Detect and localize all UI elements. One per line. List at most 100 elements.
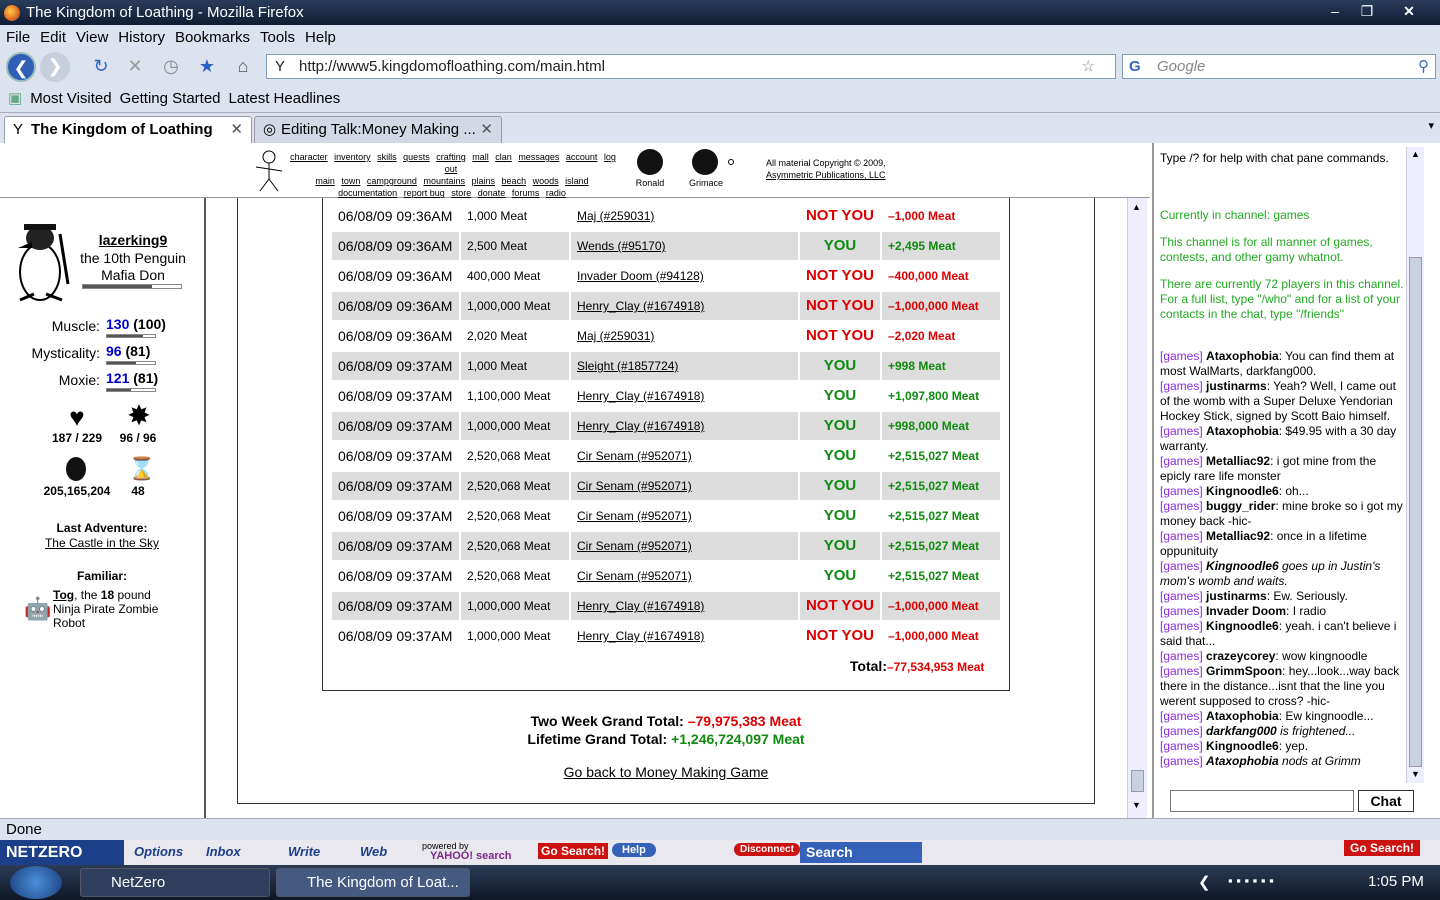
chat-channel-tag[interactable]: [games] [1160,604,1203,618]
menu-help[interactable]: Help [305,29,336,46]
chat-username[interactable]: crazeycorey [1206,649,1275,663]
netzero-logo[interactable]: NETZERO [0,840,124,865]
google-icon[interactable]: G [1129,55,1141,78]
chat-button[interactable]: Chat [1358,790,1414,812]
tab-kingdom-of-loathing[interactable]: Y The Kingdom of Loathing ✕ [4,116,252,144]
restore-icon[interactable]: ❐ [1352,1,1382,22]
row-player-link[interactable]: Henry_Clay (#1674918) [571,292,798,320]
tab-list-icon[interactable]: ▾ [1428,119,1434,132]
bookmark-getting-started[interactable]: Getting Started [120,90,221,107]
company-link[interactable]: Asymmetric Publications, LLC [766,169,886,181]
top-link-donate[interactable]: donate [478,188,506,198]
chat-username[interactable]: Kingnoodle6 [1206,559,1279,573]
character-name[interactable]: lazerking9 [78,232,188,248]
row-player-link[interactable]: Cir Senam (#952071) [571,442,798,470]
history-icon[interactable]: ◷ [156,52,186,82]
row-player-link[interactable]: Cir Senam (#952071) [571,532,798,560]
row-player-link[interactable]: Henry_Clay (#1674918) [571,382,798,410]
row-player-link[interactable]: Henry_Clay (#1674918) [571,412,798,440]
scroll-up-icon[interactable]: ▲ [1132,202,1141,212]
top-link-plains[interactable]: plains [472,176,496,186]
row-player-link[interactable]: Maj (#259031) [571,202,798,230]
chat-username[interactable]: Ataxophobia [1206,349,1279,363]
home-icon[interactable]: ⌂ [228,52,258,82]
row-player-link[interactable]: Invader Doom (#94128) [571,262,798,290]
reload-icon[interactable]: ↻ [86,52,116,82]
nz-go-search-button-2[interactable]: Go Search! [1344,840,1421,856]
familiar-name[interactable]: Tog [53,588,74,602]
menu-file[interactable]: File [6,29,30,46]
top-link-town[interactable]: town [341,176,360,186]
row-player-link[interactable]: Wends (#95170) [571,232,798,260]
row-player-link[interactable]: Sleight (#1857724) [571,352,798,380]
nz-write[interactable]: Write [288,844,320,859]
chat-channel-tag[interactable]: [games] [1160,724,1203,738]
chat-username[interactable]: Invader Doom [1206,604,1286,618]
tab-editing-talk[interactable]: ◎ Editing Talk:Money Making ... ✕ [254,116,502,144]
row-player-link[interactable]: Cir Senam (#952071) [571,472,798,500]
menu-view[interactable]: View [76,29,108,46]
menu-bookmarks[interactable]: Bookmarks [175,29,250,46]
chat-scroll-thumb[interactable] [1409,257,1422,767]
chat-channel-tag[interactable]: [games] [1160,529,1203,543]
chat-username[interactable]: Kingnoodle6 [1206,619,1279,633]
top-link-forums[interactable]: forums [512,188,540,198]
chat-username[interactable]: buggy_rider [1206,499,1275,513]
minimize-icon[interactable]: – [1320,1,1350,22]
top-link-radio[interactable]: radio [546,188,566,198]
chat-username[interactable]: Ataxophobia [1206,709,1279,723]
chat-channel-tag[interactable]: [games] [1160,664,1203,678]
top-link-messages[interactable]: messages [518,152,559,162]
top-link-main[interactable]: main [315,176,335,186]
menu-edit[interactable]: Edit [40,29,66,46]
bookmark-manage-icon[interactable]: ▣ [8,89,22,107]
bookmark-latest-headlines[interactable]: Latest Headlines [229,90,341,107]
chat-username[interactable]: Kingnoodle6 [1206,484,1279,498]
top-link-documentation[interactable]: documentation [338,188,397,198]
top-link-character[interactable]: character [290,152,328,162]
row-player-link[interactable]: Maj (#259031) [571,322,798,350]
row-player-link[interactable]: Cir Senam (#952071) [571,562,798,590]
back-link[interactable]: Go back to Money Making Game [207,764,1125,780]
row-player-link[interactable]: Henry_Clay (#1674918) [571,592,798,620]
nz-disconnect-button[interactable]: Disconnect [734,843,800,856]
tray-expand-icon[interactable]: ❮ [1198,873,1211,891]
nz-web[interactable]: Web [360,844,387,859]
top-link-campground[interactable]: campground [367,176,417,186]
chat-channel-tag[interactable]: [games] [1160,709,1203,723]
top-link-woods[interactable]: woods [533,176,559,186]
chat-username[interactable]: justinarms [1206,379,1267,393]
nz-inbox[interactable]: Inbox [206,844,241,859]
chat-channel-tag[interactable]: [games] [1160,379,1203,393]
menu-history[interactable]: History [118,29,165,46]
top-link-report-bug[interactable]: report bug [404,188,445,198]
chat-channel-tag[interactable]: [games] [1160,589,1203,603]
top-link-island[interactable]: island [565,176,589,186]
row-player-link[interactable]: Cir Senam (#952071) [571,502,798,530]
top-link-quests[interactable]: quests [403,152,430,162]
taskbar-netzero[interactable]: NetZero [80,868,270,897]
chat-input[interactable] [1170,790,1354,812]
chat-channel-tag[interactable]: [games] [1160,499,1203,513]
chat-scroll-down-icon[interactable]: ▼ [1411,769,1420,779]
search-icon[interactable]: ⚲ [1418,55,1429,78]
tab-close-icon[interactable]: ✕ [480,117,493,143]
top-link-clan[interactable]: clan [495,152,512,162]
menu-tools[interactable]: Tools [260,29,295,46]
bookmark-star-icon[interactable]: ★ [192,52,222,82]
chat-username[interactable]: Metalliac92 [1206,529,1270,543]
chat-scroll-up-icon[interactable]: ▲ [1411,149,1420,159]
chat-channel-tag[interactable]: [games] [1160,739,1203,753]
chat-username[interactable]: GrimmSpoon [1206,664,1282,678]
top-link-store[interactable]: store [451,188,471,198]
scroll-thumb[interactable] [1131,770,1144,792]
top-link-beach[interactable]: beach [502,176,527,186]
scroll-down-icon[interactable]: ▼ [1132,800,1141,810]
bookmark-page-icon[interactable]: ☆ [1082,55,1095,78]
chat-scrollbar[interactable]: ▲ ▼ [1406,147,1424,783]
chat-channel-tag[interactable]: [games] [1160,649,1203,663]
top-link-crafting[interactable]: crafting [436,152,466,162]
top-link-inventory[interactable]: inventory [334,152,371,162]
nz-go-search-button[interactable]: Go Search! [538,843,609,859]
nz-help-button[interactable]: Help [612,843,656,857]
